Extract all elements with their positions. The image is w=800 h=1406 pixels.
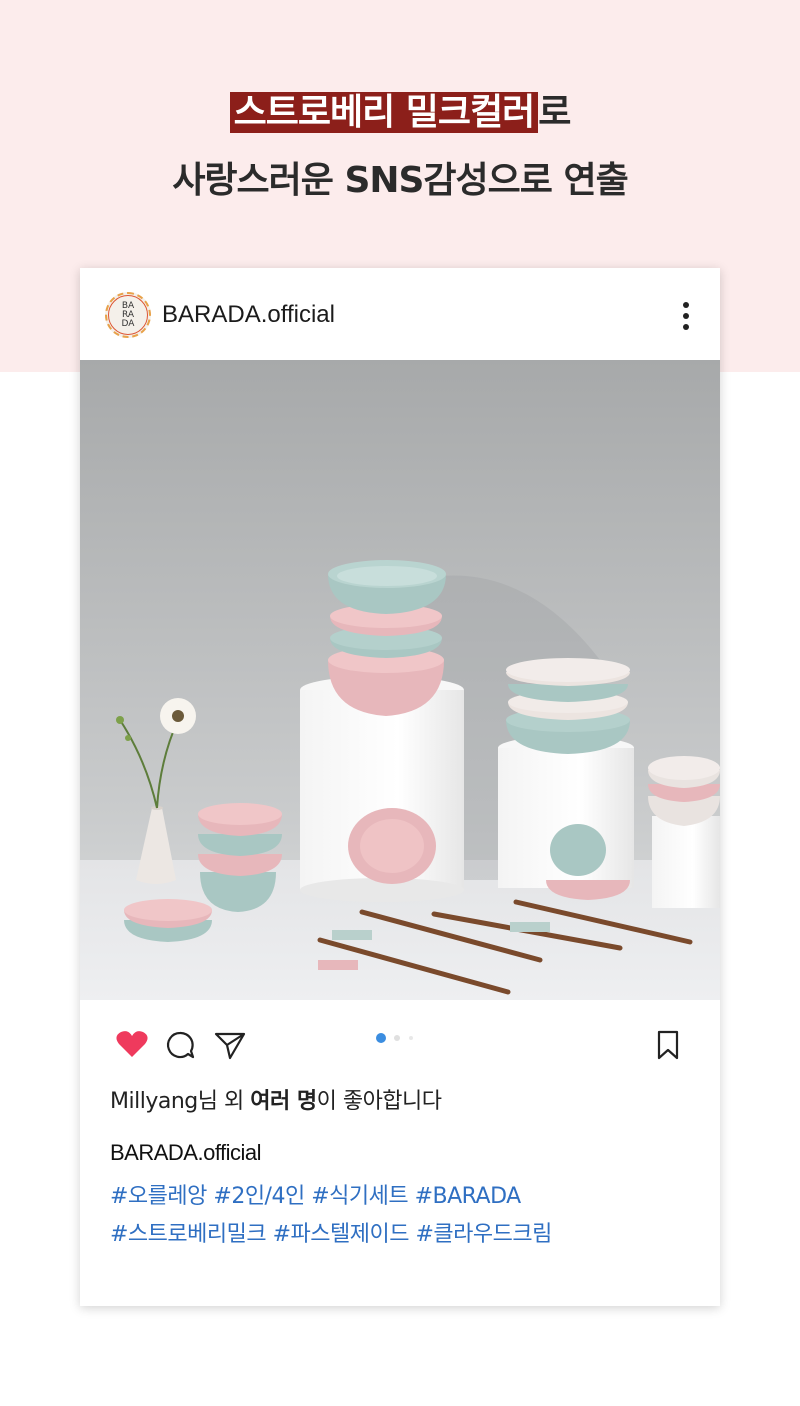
post-actions xyxy=(80,1000,720,1086)
likes-text: Millyang님 외 여러 명이 좋아합니다 xyxy=(110,1083,442,1115)
account-name[interactable]: BARADA.official xyxy=(162,301,335,329)
headline-highlight: 스트로베리 밀크컬러 xyxy=(229,92,539,133)
avatar-logo: BA RA DA xyxy=(108,295,148,335)
carousel-dots[interactable] xyxy=(374,1032,434,1044)
headline-line-2: 사랑스러운 SNS감성으로 연출 xyxy=(172,160,628,201)
likes-user[interactable]: Millyang xyxy=(110,1089,198,1114)
caption-hashtags: #오를레앙 #2인/4인 #식기세트 #BARADA #스트로베리밀크 #파스텔… xyxy=(110,1178,552,1254)
instagram-post-card: BA RA DA BARADA.official Millyang님 외 여러 … xyxy=(80,268,720,1306)
post-header: BA RA DA BARADA.official xyxy=(80,268,720,360)
headline-line1-suffix: 로 xyxy=(538,92,571,133)
bookmark-icon[interactable] xyxy=(656,1030,680,1060)
headline-line-1: 스트로베리 밀크컬러 로 xyxy=(0,86,800,140)
heart-icon[interactable] xyxy=(116,1030,148,1058)
caption-account[interactable]: BARADA.official xyxy=(110,1140,262,1166)
post-photo[interactable] xyxy=(80,360,720,1000)
headline: 스트로베리 밀크컬러 로 사랑스러운 SNS감성으로 연출 xyxy=(0,86,800,208)
hashtags-line-1[interactable]: #오를레앙 #2인/4인 #식기세트 #BARADA xyxy=(110,1178,552,1216)
likes-suffix-1: 님 외 xyxy=(197,1089,251,1114)
hashtags-line-2[interactable]: #스트로베리밀크 #파스텔제이드 #클라우드크림 xyxy=(110,1216,552,1254)
likes-bold[interactable]: 여러 명 xyxy=(250,1089,317,1114)
likes-suffix-2: 이 좋아합니다 xyxy=(316,1089,442,1114)
comment-icon[interactable] xyxy=(164,1030,196,1060)
avatar[interactable]: BA RA DA xyxy=(105,292,151,338)
more-icon[interactable] xyxy=(676,300,696,332)
share-icon[interactable] xyxy=(214,1030,246,1060)
